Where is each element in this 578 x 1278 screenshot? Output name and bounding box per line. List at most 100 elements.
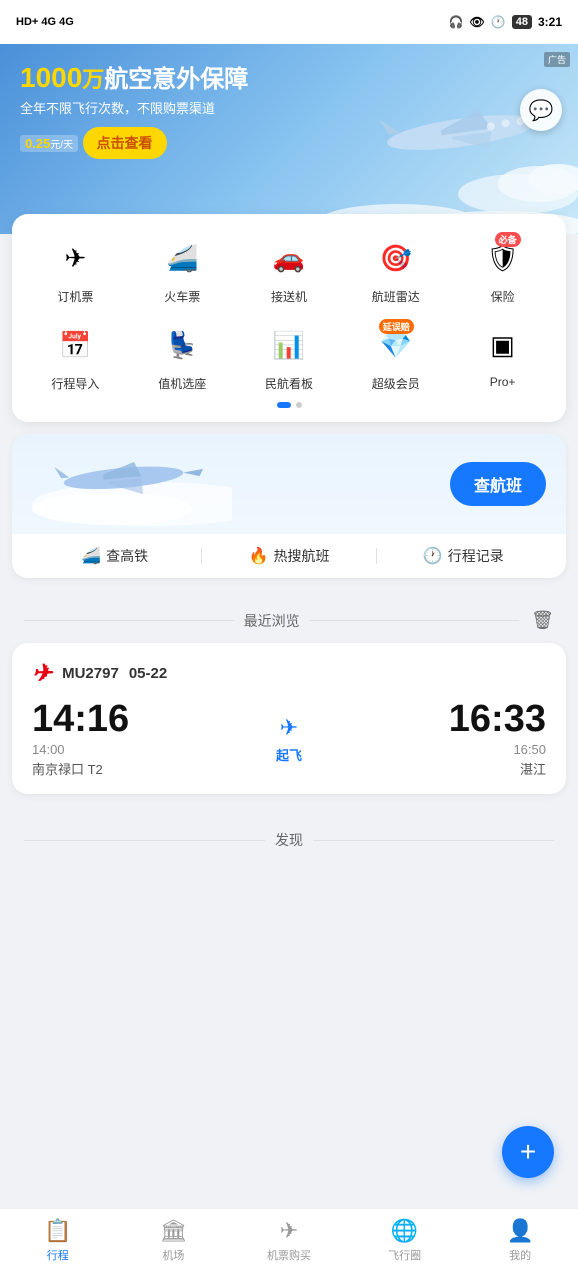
radar-label: 航班雷达 <box>372 288 420 305</box>
headphone-icon: 🎧 <box>449 15 464 29</box>
flight-circle-nav-icon: 🌐 <box>391 1218 418 1244</box>
quick-link-train-query[interactable]: 🚄查高铁 <box>28 546 201 566</box>
banner-cta-button[interactable]: 点击查看 <box>83 127 167 159</box>
train-query-label: 查高铁 <box>106 546 148 566</box>
menu-item-book-flight[interactable]: ✈ 订机票 <box>22 234 129 305</box>
status-left: HD+ 4G 4G <box>16 16 74 28</box>
flight-status-label: 起飞 <box>276 745 302 764</box>
menu-item-checkin[interactable]: 💺 值机选座 <box>129 321 236 392</box>
trip-record-icon: 🕐 <box>423 546 443 566</box>
quick-menu-card: ✈ 订机票 🚄 火车票 🚗接送机 🎯 航班雷达 🛡必备保险 📅 行程导入 💺 值机选座 📊 民航看板 💎延误… <box>12 214 566 422</box>
flight-number: MU2797 <box>62 665 119 682</box>
train-query-icon: 🚄 <box>81 546 101 566</box>
depart-time: 14:16 <box>32 700 129 738</box>
banner-text-block: 1000万航空意外保障 全年不限飞行次数，不限购票渠道 0.25元/天 点击查看 <box>20 64 248 159</box>
flight-direction-icon: ✈ <box>280 715 298 741</box>
battery-indicator: 48 <box>512 15 532 29</box>
menu-pagination-dots <box>22 402 556 408</box>
banner-price: 0.25元/天 <box>20 135 78 152</box>
flight-status-middle: ✈ 起飞 <box>276 715 302 764</box>
recent-browse-header: 最近浏览 🗑 <box>0 590 578 643</box>
mine-nav-label: 我的 <box>509 1247 531 1263</box>
menu-item-super-member[interactable]: 💎延误赔超级会员 <box>342 321 449 392</box>
book-flight-icon: ✈ <box>51 234 99 282</box>
right-divider <box>310 620 520 621</box>
menu-item-pro-plus[interactable]: ▣Pro+ <box>449 321 556 392</box>
menu-grid: ✈ 订机票 🚄 火车票 🚗接送机 🎯 航班雷达 🛡必备保险 📅 行程导入 💺 值机选座 📊 民航看板 💎延误… <box>22 234 556 392</box>
flight-circle-nav-label: 飞行圈 <box>388 1247 421 1263</box>
itinerary-import-icon: 📅 <box>51 321 99 369</box>
radar-icon: 🎯 <box>372 234 420 282</box>
nav-item-itinerary[interactable]: 📋 行程 <box>0 1218 116 1269</box>
status-right: 🎧 👁 🕐 48 3:21 <box>449 15 562 29</box>
discover-left-divider <box>24 840 265 841</box>
depart-airport: 南京禄口 T2 <box>32 759 129 778</box>
flight-record-card[interactable]: ✈ MU2797 05-22 14:16 14:00 南京禄口 T2 ✈ 起飞 … <box>12 643 566 794</box>
network-label: HD+ 4G 4G <box>16 16 74 28</box>
itinerary-nav-label: 行程 <box>47 1247 69 1263</box>
recent-browse-section: 最近浏览 🗑 ✈ MU2797 05-22 14:16 14:00 南京禄口 T… <box>0 590 578 794</box>
fab-plus-icon: + <box>520 1136 536 1168</box>
train-icon: 🚄 <box>158 234 206 282</box>
clear-browse-button[interactable]: 🗑 <box>531 610 554 631</box>
discover-title: 发现 <box>275 830 303 850</box>
airline-logo: ✈ <box>32 659 52 688</box>
flight-search-plane <box>32 449 232 529</box>
menu-item-radar[interactable]: 🎯 航班雷达 <box>342 234 449 305</box>
mine-nav-icon: 👤 <box>506 1218 533 1244</box>
flight-times-row: 14:16 14:00 南京禄口 T2 ✈ 起飞 16:33 16:50 湛江 <box>32 700 546 778</box>
arrive-block: 16:33 16:50 湛江 <box>449 700 546 778</box>
eye-icon: 👁 <box>470 15 485 29</box>
hot-flight-label: 热搜航班 <box>273 546 329 566</box>
flight-record-header: ✈ MU2797 05-22 <box>32 659 546 688</box>
chat-icon: 💬 <box>529 98 554 123</box>
nav-item-flight-circle[interactable]: 🌐 飞行圈 <box>347 1218 463 1269</box>
menu-item-insurance[interactable]: 🛡必备保险 <box>449 234 556 305</box>
insurance-badge: 必备 <box>495 232 521 247</box>
quick-link-trip-record[interactable]: 🕐行程记录 <box>377 546 550 566</box>
menu-item-itinerary-import[interactable]: 📅 行程导入 <box>22 321 129 392</box>
transfer-label: 接送机 <box>271 288 307 305</box>
clock-icon: 🕐 <box>491 15 506 29</box>
insurance-label: 保险 <box>491 288 515 305</box>
ad-label: 广告 <box>544 52 570 67</box>
nav-item-mine[interactable]: 👤 我的 <box>462 1218 578 1269</box>
recent-browse-title: 最近浏览 <box>244 611 300 631</box>
aviation-board-icon: 📊 <box>265 321 313 369</box>
airport-nav-icon: 🏛 <box>159 1218 187 1244</box>
book-flight-label: 订机票 <box>57 288 93 305</box>
checkin-label: 值机选座 <box>158 375 206 392</box>
itinerary-nav-icon: 📋 <box>44 1218 71 1244</box>
nav-item-airport[interactable]: 🏛 机场 <box>116 1218 232 1269</box>
hot-flight-icon: 🔥 <box>249 546 269 566</box>
flight-search-card: 查航班 🚄查高铁🔥热搜航班🕐行程记录 <box>12 434 566 578</box>
pro-plus-label: Pro+ <box>490 375 516 389</box>
fab-add-button[interactable]: + <box>502 1126 554 1178</box>
buy-ticket-nav-label: 机票购买 <box>267 1247 311 1263</box>
trip-record-label: 行程记录 <box>448 546 504 566</box>
checkin-icon: 💺 <box>158 321 206 369</box>
dot-1 <box>277 402 291 408</box>
nav-item-buy-ticket[interactable]: ✈ 机票购买 <box>231 1218 347 1269</box>
quick-link-hot-flight[interactable]: 🔥热搜航班 <box>202 546 375 566</box>
super-member-badge: 延误赔 <box>379 319 414 334</box>
banner-title: 1000万航空意外保障 <box>20 64 248 92</box>
dot-2 <box>296 402 302 408</box>
bottom-navigation: 📋 行程 🏛 机场 ✈ 机票购买 🌐 飞行圈 👤 我的 <box>0 1208 578 1278</box>
menu-item-train[interactable]: 🚄 火车票 <box>129 234 236 305</box>
time-display: 3:21 <box>538 15 562 29</box>
itinerary-import-label: 行程导入 <box>51 375 99 392</box>
super-member-icon: 💎延误赔 <box>372 321 420 369</box>
promo-banner[interactable]: 1000万航空意外保障 全年不限飞行次数，不限购票渠道 0.25元/天 点击查看… <box>0 44 578 234</box>
search-flight-button[interactable]: 查航班 <box>450 462 546 506</box>
left-divider <box>24 620 234 621</box>
menu-item-aviation-board[interactable]: 📊 民航看板 <box>236 321 343 392</box>
aviation-board-label: 民航看板 <box>265 375 313 392</box>
super-member-label: 超级会员 <box>372 375 420 392</box>
menu-item-transfer[interactable]: 🚗接送机 <box>236 234 343 305</box>
buy-ticket-nav-icon: ✈ <box>280 1218 298 1244</box>
insurance-icon: 🛡必备 <box>479 234 527 282</box>
chat-button[interactable]: 💬 <box>520 89 562 131</box>
airport-nav-label: 机场 <box>162 1247 184 1263</box>
train-label: 火车票 <box>164 288 200 305</box>
